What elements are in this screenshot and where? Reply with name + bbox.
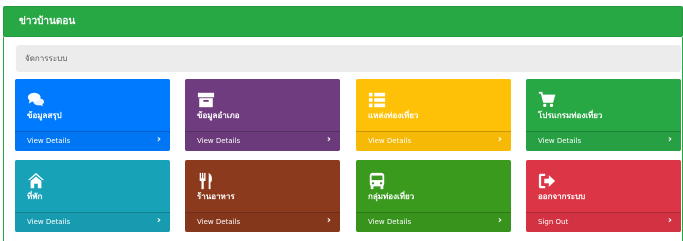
view-details-link[interactable]: View Details bbox=[197, 137, 240, 145]
card-footer[interactable]: View Details › bbox=[15, 131, 170, 151]
card-title: ข้อมูลอำเภอ bbox=[197, 111, 240, 120]
card-title: ออกจากระบบ bbox=[538, 192, 586, 201]
card-tour-groups[interactable]: กลุ่มท่องเที่ยว View Details › bbox=[356, 160, 511, 232]
card-title: แหล่งท่องเที่ยว bbox=[368, 111, 419, 120]
card-tour-programs[interactable]: โปรแกรมท่องเที่ยว View Details › bbox=[526, 79, 681, 151]
card-title: ร้านอาหาร bbox=[197, 192, 235, 201]
card-title: กลุ่มท่องเที่ยว bbox=[368, 192, 415, 201]
card-title: โปรแกรมท่องเที่ยว bbox=[538, 111, 603, 120]
panel-body: จัดการระบบ ข้อมูลสรุป View Details › ข้อ… bbox=[3, 37, 683, 241]
comments-icon bbox=[27, 91, 45, 109]
chevron-right-icon: › bbox=[497, 215, 502, 226]
view-details-link[interactable]: View Details bbox=[368, 218, 411, 226]
card-title: ที่พัก bbox=[27, 192, 43, 201]
home-icon bbox=[27, 172, 45, 190]
view-details-link[interactable]: View Details bbox=[538, 137, 581, 145]
chevron-right-icon: › bbox=[156, 134, 161, 145]
admin-panel: ข่าวบ้านดอน จัดการระบบ ข้อมูลสรุป View D… bbox=[0, 0, 683, 241]
chevron-right-icon: › bbox=[326, 134, 331, 145]
sign-out-link[interactable]: Sign Out bbox=[538, 218, 568, 226]
view-details-link[interactable]: View Details bbox=[368, 137, 411, 145]
card-accommodation[interactable]: ที่พัก View Details › bbox=[15, 160, 170, 232]
list-icon bbox=[368, 91, 386, 109]
card-footer[interactable]: View Details › bbox=[356, 212, 511, 232]
card-footer[interactable]: View Details › bbox=[185, 131, 340, 151]
card-summary[interactable]: ข้อมูลสรุป View Details › bbox=[15, 79, 170, 151]
chevron-right-icon: › bbox=[156, 215, 161, 226]
card-title: ข้อมูลสรุป bbox=[27, 111, 62, 120]
archive-icon bbox=[197, 91, 215, 109]
chevron-right-icon: › bbox=[667, 134, 672, 145]
breadcrumb: จัดการระบบ bbox=[16, 45, 681, 72]
panel-heading: ข่าวบ้านดอน bbox=[3, 6, 683, 37]
sign-out-icon bbox=[538, 172, 556, 190]
card-footer[interactable]: Sign Out › bbox=[526, 212, 681, 232]
utensils-icon bbox=[197, 172, 215, 190]
card-footer[interactable]: View Details › bbox=[15, 212, 170, 232]
bus-icon bbox=[368, 172, 386, 190]
card-footer[interactable]: View Details › bbox=[356, 131, 511, 151]
card-attractions[interactable]: แหล่งท่องเที่ยว View Details › bbox=[356, 79, 511, 151]
chevron-right-icon: › bbox=[326, 215, 331, 226]
card-logout[interactable]: ออกจากระบบ Sign Out › bbox=[526, 160, 681, 232]
cart-icon bbox=[538, 91, 556, 109]
view-details-link[interactable]: View Details bbox=[197, 218, 240, 226]
card-footer[interactable]: View Details › bbox=[185, 212, 340, 232]
card-footer[interactable]: View Details › bbox=[526, 131, 681, 151]
chevron-right-icon: › bbox=[667, 215, 672, 226]
card-district[interactable]: ข้อมูลอำเภอ View Details › bbox=[185, 79, 340, 151]
view-details-link[interactable]: View Details bbox=[27, 218, 70, 226]
chevron-right-icon: › bbox=[497, 134, 502, 145]
card-restaurants[interactable]: ร้านอาหาร View Details › bbox=[185, 160, 340, 232]
view-details-link[interactable]: View Details bbox=[27, 137, 70, 145]
